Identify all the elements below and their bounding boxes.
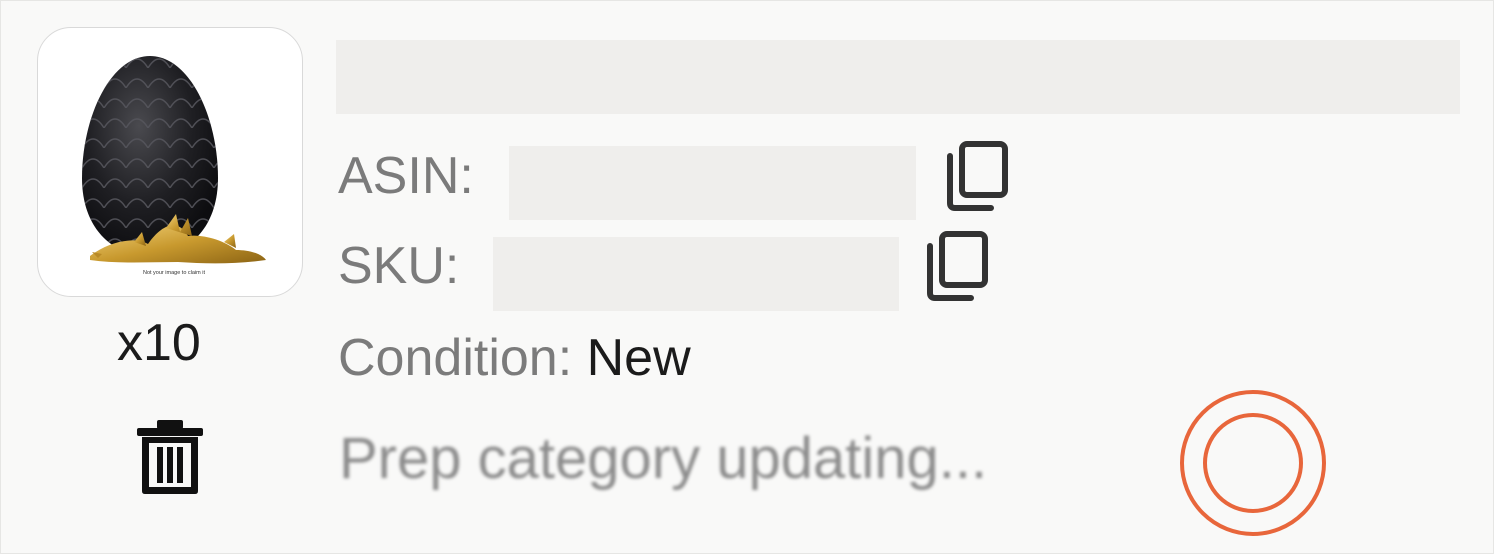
condition-label: Condition: bbox=[338, 329, 573, 387]
sku-label: SKU: bbox=[338, 237, 460, 295]
trash-icon bbox=[137, 420, 203, 494]
delete-button[interactable] bbox=[135, 417, 205, 495]
loading-spinner-icon bbox=[1180, 390, 1326, 536]
prep-category-status: Prep category updating... bbox=[339, 426, 988, 491]
condition-value: New bbox=[586, 329, 691, 387]
product-title-redacted bbox=[336, 40, 1460, 114]
copy-icon bbox=[927, 231, 988, 301]
product-image: Not your image to claim it bbox=[82, 56, 266, 276]
sku-value-redacted bbox=[493, 237, 899, 311]
copy-icon bbox=[947, 141, 1008, 211]
product-thumbnail: Not your image to claim it bbox=[37, 27, 303, 297]
copy-asin-button[interactable] bbox=[945, 141, 1009, 211]
condition-row: Condition: New bbox=[338, 328, 691, 388]
quantity-label: x10 bbox=[117, 314, 201, 372]
asin-label: ASIN: bbox=[338, 147, 474, 205]
loading-spinner bbox=[1177, 387, 1329, 539]
asin-value-redacted bbox=[509, 146, 916, 220]
image-caption: Not your image to claim it bbox=[143, 270, 206, 276]
cart-item-card: Not your image to claim it x10 ASIN: SKU… bbox=[0, 0, 1494, 554]
copy-sku-button[interactable] bbox=[925, 231, 989, 301]
